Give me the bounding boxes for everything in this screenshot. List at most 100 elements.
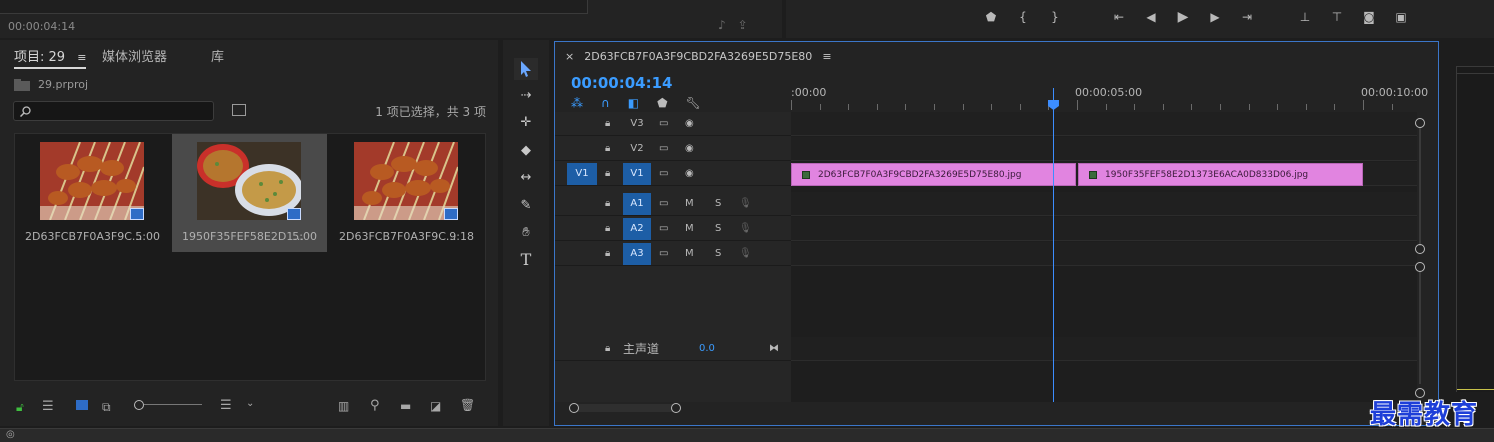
horizontal-scrollbar[interactable] xyxy=(569,403,681,413)
export-frame-icon[interactable]: ⇪ xyxy=(738,18,748,32)
solo-button[interactable]: S xyxy=(715,198,721,209)
add-marker-icon[interactable]: ⬟ xyxy=(657,96,667,110)
microphone-icon[interactable]: 🎙︎ xyxy=(739,223,752,234)
chevron-down-icon[interactable]: ⌄ xyxy=(246,398,254,409)
mark-in-icon[interactable]: { xyxy=(1014,8,1032,26)
step-back-icon[interactable]: ◀ xyxy=(1142,8,1160,26)
track-header-master[interactable]: 🔒︎ 主声道 0.0 ⧓ xyxy=(555,337,791,361)
sync-lock-icon[interactable]: ▭ xyxy=(659,248,668,259)
track-target[interactable]: A2 xyxy=(623,217,651,240)
microphone-icon[interactable]: 🎙︎ xyxy=(739,248,752,259)
track-header-a3[interactable]: 🔒︎ A3 ▭ M S 🎙︎ xyxy=(555,242,791,266)
lock-icon[interactable]: 🔒︎ xyxy=(605,223,610,234)
track-lane-v2[interactable] xyxy=(791,137,1417,161)
hand-tool-icon[interactable]: ✋︎ xyxy=(514,221,538,243)
zoom-slider-handle[interactable] xyxy=(134,400,144,410)
track-target[interactable]: V1 xyxy=(623,162,651,185)
panel-menu-icon[interactable]: ≡ xyxy=(822,50,831,63)
solo-button[interactable]: S xyxy=(715,248,721,259)
sync-lock-icon[interactable]: ▭ xyxy=(659,223,668,234)
lift-icon[interactable]: ⊥ xyxy=(1296,8,1314,26)
sequence-tab[interactable]: × 2D63FCB7F0A3F9CBD2FA3269E5D75E80 ≡ xyxy=(565,50,832,63)
track-lane-a1[interactable] xyxy=(791,192,1417,216)
mark-out-icon[interactable]: } xyxy=(1046,8,1064,26)
list-view-icon[interactable]: ☰ xyxy=(42,399,54,414)
automate-to-sequence-icon[interactable]: ▥ xyxy=(338,399,349,413)
new-bin-icon[interactable]: ▬ xyxy=(400,399,411,413)
new-search-bin-icon[interactable] xyxy=(232,104,246,116)
insert-audio-icon[interactable]: ♪ xyxy=(718,18,726,32)
icon-view-icon[interactable] xyxy=(76,400,88,410)
eye-icon[interactable]: ◉ xyxy=(685,168,694,179)
lock-icon[interactable]: 🔒︎ xyxy=(605,143,610,154)
track-lane-master[interactable] xyxy=(791,337,1417,361)
track-target[interactable]: V3 xyxy=(623,113,651,135)
source-patch[interactable]: V1 xyxy=(567,162,597,185)
microphone-icon[interactable]: 🎙︎ xyxy=(739,198,752,209)
selection-tool-icon[interactable] xyxy=(514,58,538,80)
camera-icon[interactable]: ◙ xyxy=(1360,8,1378,26)
track-header-a1[interactable]: 🔒︎ A1 ▭ M S 🎙︎ xyxy=(555,192,791,216)
pen-tool-icon[interactable]: ✎ xyxy=(514,194,538,216)
trash-icon[interactable]: 🗑︎ xyxy=(460,398,475,412)
lock-open-icon[interactable]: 🔓︎ xyxy=(16,400,24,415)
track-header-v1[interactable]: V1 🔒︎ V1 ▭ ◉ xyxy=(555,162,791,186)
track-lane-a3[interactable] xyxy=(791,242,1417,266)
lock-icon[interactable]: 🔒︎ xyxy=(605,118,610,129)
sync-lock-icon[interactable]: ▭ xyxy=(659,118,668,129)
master-volume-value[interactable]: 0.0 xyxy=(699,343,715,354)
close-icon[interactable]: × xyxy=(565,50,574,63)
snap-magnet-icon[interactable]: ∩ xyxy=(601,96,610,110)
track-select-tool-icon[interactable]: ⇢ xyxy=(514,84,538,106)
type-tool-icon[interactable]: T xyxy=(514,248,538,270)
time-ruler[interactable]: :00:00 00:00:05:00 00:00:10:00 xyxy=(791,82,1428,112)
compare-icon[interactable]: ▣ xyxy=(1392,8,1410,26)
mute-button[interactable]: M xyxy=(685,198,694,209)
add-marker-icon[interactable]: ⬟ xyxy=(982,8,1000,26)
timeline-clip[interactable]: 1950F35FEF58E2D1373E6ACA0D833D06.jpg xyxy=(1078,163,1363,186)
panel-menu-icon[interactable]: ≡ xyxy=(77,51,86,64)
slip-tool-icon[interactable]: ↔ xyxy=(514,166,538,188)
eye-icon[interactable]: ◉ xyxy=(685,118,694,129)
new-item-icon[interactable]: ◪ xyxy=(430,399,441,413)
zoom-slider[interactable] xyxy=(134,400,204,410)
extract-icon[interactable]: ⊤ xyxy=(1328,8,1346,26)
step-forward-icon[interactable]: ▶ xyxy=(1206,8,1224,26)
mute-button[interactable]: M xyxy=(685,223,694,234)
sort-icon[interactable]: ☰ xyxy=(220,398,232,413)
solo-button[interactable]: S xyxy=(715,223,721,234)
track-target[interactable]: V2 xyxy=(623,138,651,160)
project-item-selected[interactable]: 1950F35FEF58E2D1... 5:00 xyxy=(172,134,327,252)
eye-icon[interactable]: ◉ xyxy=(685,143,694,154)
track-lane-a2[interactable] xyxy=(791,217,1417,241)
track-target[interactable]: A3 xyxy=(623,242,651,265)
lock-icon[interactable]: 🔒︎ xyxy=(605,198,610,209)
nest-toggle-icon[interactable]: ⁂ xyxy=(571,96,583,110)
lock-icon[interactable]: 🔒︎ xyxy=(605,343,610,354)
lock-icon[interactable]: 🔒︎ xyxy=(605,168,610,179)
tab-project[interactable]: 项目: 29 ≡ xyxy=(14,46,87,69)
wrench-icon[interactable]: 🔧︎ xyxy=(686,96,701,110)
ripple-edit-tool-icon[interactable]: ✛ xyxy=(514,111,538,133)
go-to-in-icon[interactable]: ⇤ xyxy=(1110,8,1128,26)
linked-selection-icon[interactable]: ◧ xyxy=(628,96,639,110)
project-item[interactable]: 2D63FCB7F0A3F9C... 9:18 xyxy=(329,134,484,252)
go-to-out-icon[interactable]: ⇥ xyxy=(1238,8,1256,26)
sync-lock-icon[interactable]: ▭ xyxy=(659,168,668,179)
razor-tool-icon[interactable]: ◆ xyxy=(514,139,538,161)
bowtie-icon[interactable]: ⧓ xyxy=(769,343,779,354)
vertical-scrollbar[interactable] xyxy=(1415,118,1425,398)
track-lane-v3[interactable] xyxy=(791,112,1417,136)
tab-media-browser[interactable]: 媒体浏览器 xyxy=(102,46,167,65)
track-header-v2[interactable]: 🔒︎ V2 ▭ ◉ xyxy=(555,137,791,161)
tab-libraries[interactable]: 库 xyxy=(211,46,224,65)
freeform-view-icon[interactable]: ⧉ xyxy=(102,400,111,415)
track-header-v3[interactable]: 🔒︎ V3 ▭ ◉ xyxy=(555,112,791,136)
timeline-clip[interactable]: 2D63FCB7F0A3F9CBD2FA3269E5D75E80.jpg xyxy=(791,163,1076,186)
project-item[interactable]: 2D63FCB7F0A3F9C... 5:00 xyxy=(15,134,170,252)
timeline-timecode[interactable]: 00:00:04:14 xyxy=(571,74,673,92)
track-target[interactable]: A1 xyxy=(623,192,651,215)
play-icon[interactable]: ▶ xyxy=(1174,8,1192,26)
search-input[interactable] xyxy=(13,101,214,121)
lock-icon[interactable]: 🔒︎ xyxy=(605,248,610,259)
